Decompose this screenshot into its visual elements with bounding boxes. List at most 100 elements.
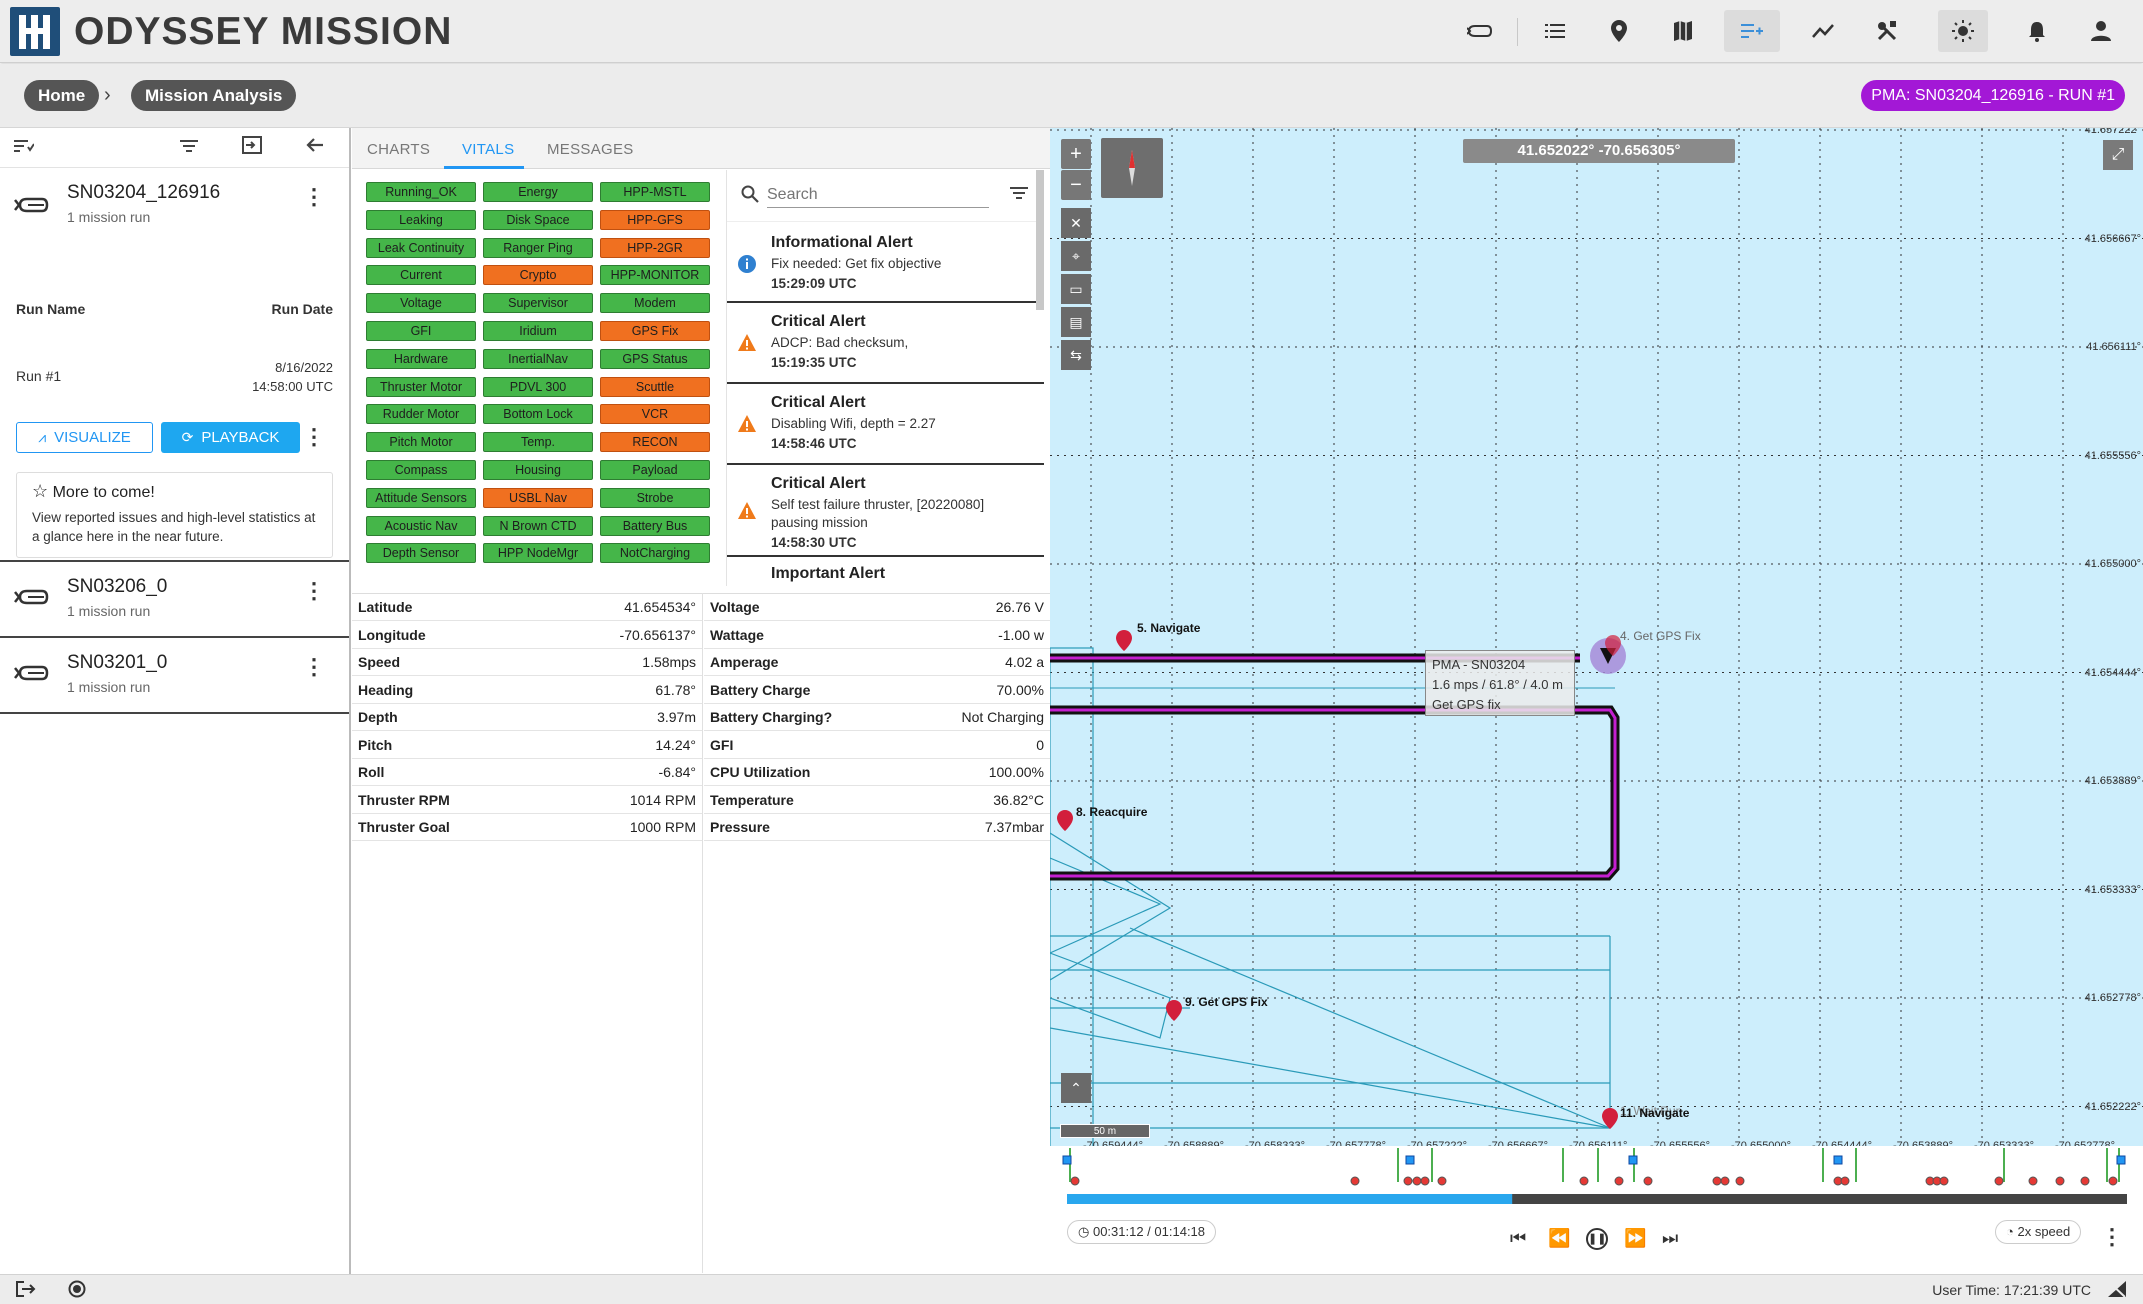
skip-first-icon[interactable]: ⏮ (1510, 1228, 1526, 1249)
tools-icon[interactable] (1864, 10, 1910, 52)
event-track[interactable] (1050, 1146, 2143, 1216)
vital-status-badge[interactable]: Crypto (483, 265, 593, 286)
vital-status-badge[interactable]: USBL Nav (483, 487, 593, 508)
marker-tool-icon[interactable]: ⌖ (1061, 241, 1091, 271)
vital-status-badge[interactable]: Supervisor (483, 293, 593, 314)
vital-status-badge[interactable]: Leaking (366, 209, 476, 230)
measure-tool-icon[interactable]: ⇆ (1061, 340, 1091, 370)
alert-item[interactable]: Important Alert (727, 557, 1044, 586)
vital-status-badge[interactable]: Compass (366, 460, 476, 480)
visualize-button[interactable]: ⩘ VISUALIZE (16, 422, 153, 453)
alert-item[interactable]: Critical Alert ADCP: Bad checksum, 15:19… (727, 303, 1044, 384)
mission-map[interactable]: 41.652022° -70.656305° + − ✕ ⌖ ▭ ▤ ⇆ ⌃ ⤢… (1050, 128, 2143, 1146)
vital-status-badge[interactable]: HPP-GFS (600, 209, 710, 230)
list-icon[interactable] (1532, 10, 1578, 52)
map-canvas[interactable] (1050, 128, 2143, 1146)
vital-status-badge[interactable]: Battery Bus (600, 515, 710, 536)
vital-status-badge[interactable]: Leak Continuity (366, 237, 476, 258)
vital-status-badge[interactable]: Disk Space (483, 209, 593, 230)
vital-status-badge[interactable]: PDVL 300 (483, 376, 593, 397)
active-run-chip[interactable]: PMA: SN03204_126916 - RUN #1 (1861, 80, 2125, 111)
playback-more-vert-icon[interactable]: ⋮ (2101, 1224, 2123, 1250)
vital-status-badge[interactable]: Pitch Motor (366, 432, 476, 453)
breadcrumb-home[interactable]: Home (24, 80, 100, 111)
search-input[interactable] (767, 182, 989, 208)
mission-analysis-icon[interactable] (1724, 10, 1780, 52)
playback-button[interactable]: ⟳ PLAYBACK (161, 422, 300, 453)
tab-messages[interactable]: MESSAGES (547, 141, 634, 158)
sort-list-icon[interactable] (14, 136, 35, 159)
run-name[interactable]: Run #1 (16, 368, 61, 384)
vital-status-badge[interactable]: Strobe (600, 487, 710, 508)
vital-status-badge[interactable]: GPS Fix (600, 321, 710, 341)
vital-status-badge[interactable]: RECON (600, 432, 710, 453)
vital-status-badge[interactable]: Hardware (366, 348, 476, 369)
vital-status-badge[interactable]: Running_OK (366, 182, 476, 202)
vital-status-badge[interactable]: Iridium (483, 321, 593, 341)
vital-status-badge[interactable]: Temp. (483, 432, 593, 453)
vital-status-badge[interactable]: Payload (600, 460, 710, 480)
alert-item[interactable]: Critical Alert Self test failure thruste… (727, 465, 1044, 557)
record-icon[interactable] (68, 1280, 86, 1303)
step-back-icon[interactable]: ⏪ (1548, 1228, 1570, 1249)
speed-chip[interactable]: ◔ 2x speed (1995, 1220, 2082, 1244)
vehicle-item[interactable]: SN03206_0 1 mission run ⋮ (0, 562, 349, 638)
alerts-scrollbar[interactable] (1036, 170, 1044, 310)
run-more-vert-icon[interactable]: ⋮ (303, 424, 325, 450)
vehicle-icon[interactable] (1457, 10, 1503, 52)
tab-vitals[interactable]: VITALS (462, 141, 514, 158)
vital-status-badge[interactable]: HPP-MONITOR (600, 265, 710, 286)
zoom-out-button[interactable]: − (1061, 170, 1091, 200)
filter-icon[interactable] (180, 136, 198, 159)
step-forward-icon[interactable]: ⏩ (1624, 1228, 1646, 1249)
vital-status-badge[interactable]: Current (366, 265, 476, 286)
vital-status-badge[interactable]: Scuttle (600, 376, 710, 397)
more-vert-icon[interactable]: ⋮ (303, 654, 325, 680)
vital-status-badge[interactable]: Attitude Sensors (366, 487, 476, 508)
vital-status-badge[interactable]: HPP NodeMgr (483, 543, 593, 564)
alert-item[interactable]: Informational Alert Fix needed: Get fix … (727, 222, 1044, 303)
vital-status-badge[interactable]: Thruster Motor (366, 376, 476, 397)
vital-status-badge[interactable]: HPP-2GR (600, 237, 710, 258)
vehicle-item[interactable]: SN03201_0 1 mission run ⋮ (0, 638, 349, 714)
vital-status-badge[interactable]: HPP-MSTL (600, 182, 710, 202)
tab-charts[interactable]: CHARTS (367, 141, 430, 158)
vital-status-badge[interactable]: Energy (483, 182, 593, 202)
vital-status-badge[interactable]: InertialNav (483, 348, 593, 369)
compass-icon[interactable] (1101, 138, 1163, 198)
expand-up-icon[interactable]: ⌃ (1061, 1073, 1091, 1103)
collapse-panel-icon[interactable] (242, 136, 262, 160)
vital-status-badge[interactable]: Acoustic Nav (366, 515, 476, 536)
rectangle-tool-icon[interactable]: ▭ (1061, 274, 1091, 304)
vital-status-badge[interactable]: GFI (366, 321, 476, 341)
breadcrumb-current[interactable]: Mission Analysis (131, 80, 297, 111)
filter-icon[interactable] (1010, 186, 1028, 205)
vital-status-badge[interactable]: Housing (483, 460, 593, 480)
vital-status-badge[interactable]: Depth Sensor (366, 543, 476, 564)
skip-last-icon[interactable]: ⏭ (1662, 1228, 1678, 1249)
logout-icon[interactable] (16, 1281, 36, 1302)
vital-status-badge[interactable]: Voltage (366, 293, 476, 314)
zoom-in-button[interactable]: + (1061, 139, 1091, 169)
more-vert-icon[interactable]: ⋮ (303, 578, 325, 604)
brightness-icon[interactable] (1938, 10, 1988, 52)
vital-status-badge[interactable]: Ranger Ping (483, 237, 593, 258)
vehicle-item[interactable]: SN03204_126916 1 mission run ⋮ Run Name … (0, 168, 349, 562)
more-vert-icon[interactable]: ⋮ (303, 184, 325, 210)
fullscreen-icon[interactable]: ⤢ (2103, 140, 2133, 170)
pause-icon[interactable]: ❚❚ (1586, 1228, 1608, 1250)
vital-status-badge[interactable]: VCR (600, 404, 710, 425)
back-arrow-icon[interactable] (306, 136, 324, 159)
map-icon[interactable] (1660, 10, 1706, 52)
location-pin-icon[interactable] (1596, 10, 1642, 52)
vital-status-badge[interactable]: Bottom Lock (483, 404, 593, 425)
vital-status-badge[interactable]: N Brown CTD (483, 515, 593, 536)
clear-map-icon[interactable]: ✕ (1061, 208, 1091, 238)
vital-status-badge[interactable]: Rudder Motor (366, 404, 476, 425)
alert-item[interactable]: Critical Alert Disabling Wifi, depth = 2… (727, 384, 1044, 465)
bell-icon[interactable] (2014, 10, 2060, 52)
layers-tool-icon[interactable]: ▤ (1061, 307, 1091, 337)
account-icon[interactable] (2078, 10, 2124, 52)
chart-line-icon[interactable] (1800, 10, 1846, 52)
vital-status-badge[interactable]: Modem (600, 293, 710, 314)
